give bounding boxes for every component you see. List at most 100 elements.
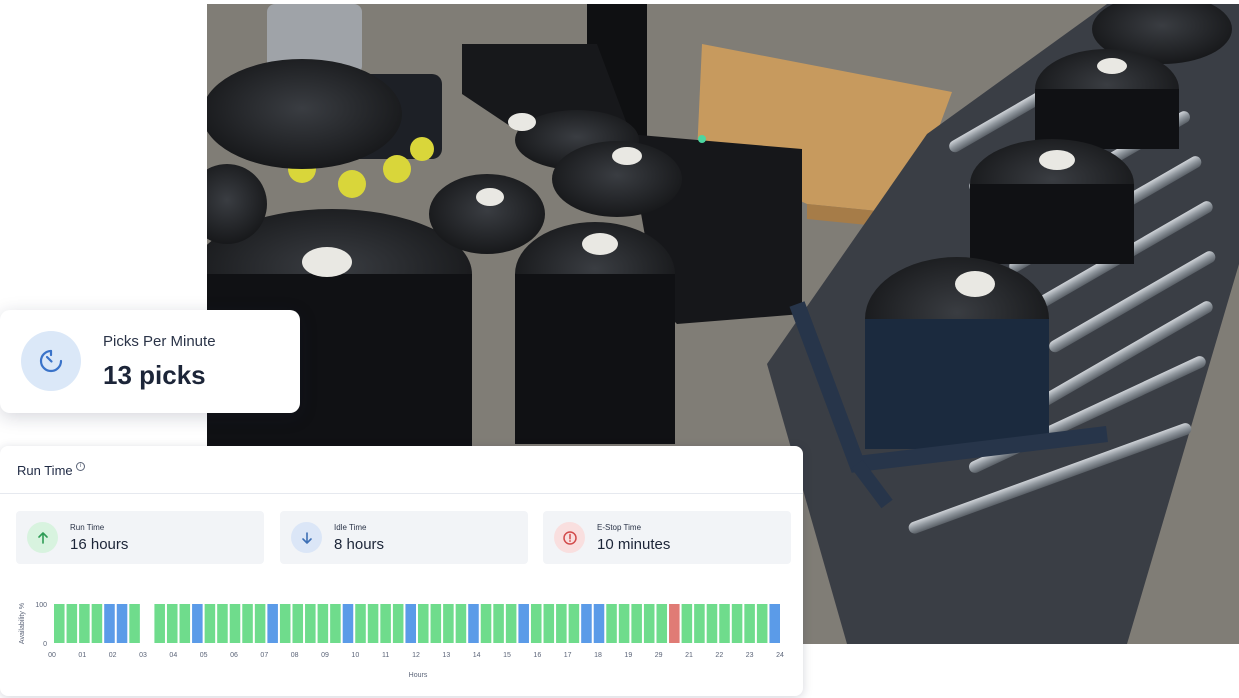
y-tick-label: 100 <box>35 602 47 609</box>
arrow-up-icon <box>27 522 58 553</box>
bar-run <box>79 604 90 643</box>
y-tick-label: 0 <box>43 641 47 648</box>
timer-icon <box>21 331 81 391</box>
x-tick-label: 14 <box>473 652 481 659</box>
bar-run <box>731 604 743 643</box>
info-icon[interactable]: i <box>76 462 85 471</box>
bar-idle <box>116 604 128 643</box>
bar-run <box>129 604 140 643</box>
picks-per-minute-value: 13 picks <box>103 360 206 390</box>
bar-run <box>254 604 266 643</box>
run-time-stat: Run Time 16 hours <box>16 511 264 564</box>
bar-idle <box>769 604 780 643</box>
bar-run <box>305 604 316 643</box>
x-tick-label: 15 <box>503 652 511 659</box>
bar-run <box>317 604 329 643</box>
x-tick-label: 05 <box>200 652 208 659</box>
y-axis-label: Availability % <box>19 603 26 644</box>
bar-run <box>204 604 216 643</box>
x-tick-label: 18 <box>594 652 602 659</box>
bar-run <box>443 604 454 643</box>
bar-run <box>505 604 517 643</box>
bar-run <box>618 604 630 643</box>
x-tick-label: 02 <box>109 652 117 659</box>
x-tick-label: 07 <box>260 652 268 659</box>
bar-run <box>744 604 755 643</box>
x-tick-label: 24 <box>776 652 784 659</box>
bar-idle <box>405 604 416 643</box>
bar-run <box>694 604 705 643</box>
x-tick-label: 13 <box>442 652 450 659</box>
stat-label: E-Stop Time <box>597 523 642 532</box>
bar-run <box>217 604 228 643</box>
bar-run <box>568 604 580 643</box>
bar-run <box>631 604 642 643</box>
availability-chart: Availability % 100 000 01 02 03 04 05 06 07 08 09 10… <box>19 602 784 679</box>
arrow-down-icon <box>291 522 322 553</box>
bar-run <box>681 604 693 643</box>
run-time-panel: Run Time i Run Time 16 hours Idle Time 8… <box>0 446 803 696</box>
bar-run <box>292 604 304 643</box>
bar-run <box>91 604 103 643</box>
x-tick-label: 04 <box>169 652 177 659</box>
stat-label: Idle Time <box>334 523 367 532</box>
stat-value: 8 hours <box>334 536 385 553</box>
bar-run <box>179 604 191 643</box>
x-tick-label: 12 <box>412 652 420 659</box>
bar-idle <box>581 604 592 643</box>
bar-run <box>367 604 379 643</box>
bar-run <box>279 604 291 643</box>
picks-per-minute-label: Picks Per Minute <box>103 333 216 350</box>
idle-time-stat: Idle Time 8 hours <box>280 511 528 564</box>
bar-idle <box>267 604 278 643</box>
bar-idle <box>104 604 115 643</box>
alert-icon <box>554 522 585 553</box>
bar-run <box>242 604 253 643</box>
bar-estop <box>669 604 680 643</box>
bar-run <box>330 604 341 643</box>
bar-run <box>719 604 730 643</box>
bar-run <box>154 604 165 643</box>
x-tick-label: 21 <box>685 652 693 659</box>
x-tick-label: 10 <box>351 652 359 659</box>
x-tick-label: 16 <box>533 652 541 659</box>
x-axis-label: Hours <box>409 672 428 679</box>
estop-time-stat: E-Stop Time 10 minutes <box>543 511 791 564</box>
x-tick-label: 19 <box>624 652 632 659</box>
x-tick-label: 00 <box>48 652 56 659</box>
x-tick-label: 22 <box>715 652 723 659</box>
x-tick-label: 01 <box>78 652 86 659</box>
bar-run <box>480 604 492 643</box>
bar-run <box>606 604 617 643</box>
stat-value: 16 hours <box>70 536 129 553</box>
x-tick-label: 09 <box>321 652 329 659</box>
x-tick-label: 08 <box>291 652 299 659</box>
x-tick-label: 06 <box>230 652 238 659</box>
bar-run <box>355 604 366 643</box>
bar-run <box>643 604 655 643</box>
bar-run <box>556 604 567 643</box>
bar-run <box>392 604 404 643</box>
bar-run <box>493 604 504 643</box>
bar-run <box>430 604 442 643</box>
panel-divider <box>0 493 803 494</box>
x-tick-label: 23 <box>746 652 754 659</box>
picks-per-minute-card: Picks Per Minute 13 picks <box>0 310 300 413</box>
bar-run <box>530 604 542 643</box>
stat-value: 10 minutes <box>597 536 671 553</box>
bar-run <box>756 604 768 643</box>
bar-run <box>229 604 241 643</box>
x-tick-label: 17 <box>564 652 572 659</box>
bar-idle <box>342 604 354 643</box>
bar-idle <box>593 604 605 643</box>
bar-run <box>54 604 65 643</box>
bar-run <box>380 604 391 643</box>
bar-idle <box>192 604 203 643</box>
x-tick-label: 29 <box>655 652 663 659</box>
bar-run <box>706 604 718 643</box>
bar-run <box>656 604 668 643</box>
bar-idle <box>468 604 479 643</box>
bar-run <box>166 604 178 643</box>
panel-title: Run Time <box>17 463 73 478</box>
x-tick-label: 11 <box>382 652 389 659</box>
